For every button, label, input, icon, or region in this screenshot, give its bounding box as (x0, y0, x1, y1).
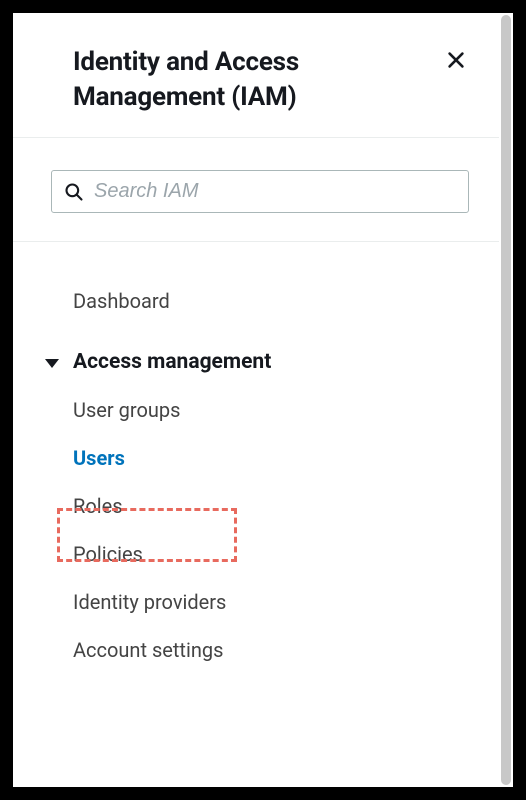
search-icon (64, 182, 84, 202)
scrollbar-thumb[interactable] (501, 15, 511, 785)
nav-item-users[interactable]: Users (13, 434, 499, 482)
nav-item-account-settings[interactable]: Account settings (13, 626, 499, 674)
close-button[interactable] (445, 49, 467, 71)
nav-item-policies[interactable]: Policies (13, 530, 499, 578)
section-header-access-management[interactable]: Access management (13, 324, 499, 386)
search-area (13, 138, 499, 242)
panel-header: Identity and Access Management (IAM) (13, 13, 499, 138)
scrollbar-track[interactable] (499, 13, 513, 787)
nav-item-roles[interactable]: Roles (13, 482, 499, 530)
iam-sidebar-panel-frame: Identity and Access Management (IAM) Das… (13, 13, 513, 787)
caret-down-icon (45, 359, 59, 368)
search-input[interactable] (94, 180, 456, 203)
section-title: Access management (73, 350, 271, 374)
nav-list: Dashboard Access management User groups … (13, 242, 499, 694)
nav-item-user-groups[interactable]: User groups (13, 386, 499, 434)
nav-item-dashboard[interactable]: Dashboard (13, 278, 499, 324)
iam-sidebar-panel: Identity and Access Management (IAM) Das… (13, 13, 499, 787)
panel-title: Identity and Access Management (IAM) (73, 45, 445, 115)
search-box[interactable] (51, 170, 469, 213)
nav-item-identity-providers[interactable]: Identity providers (13, 578, 499, 626)
close-icon (445, 49, 467, 71)
